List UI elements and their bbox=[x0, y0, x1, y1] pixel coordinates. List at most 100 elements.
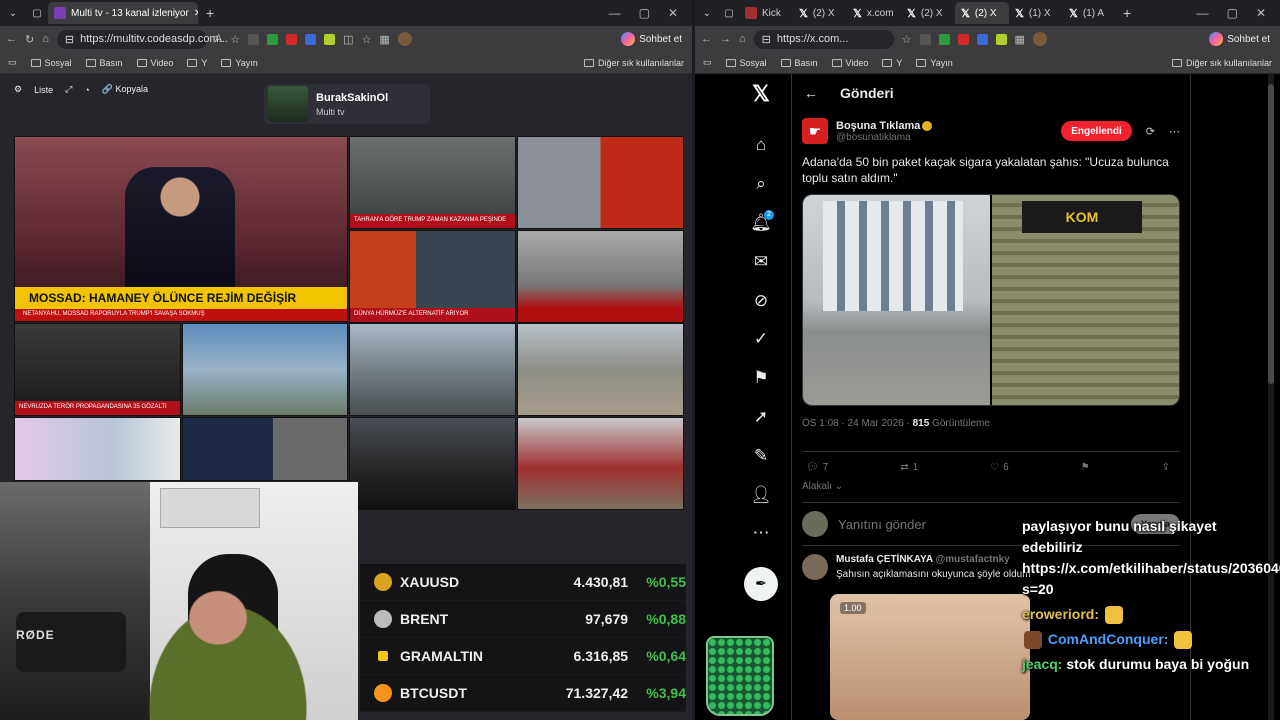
stream-tile[interactable] bbox=[349, 417, 516, 510]
home-icon[interactable]: ⌂ bbox=[42, 33, 49, 45]
tab-multitv[interactable]: Multi tv - 13 kanal izleniyor ✕ bbox=[48, 2, 198, 24]
tweet-media[interactable]: KOM bbox=[802, 194, 1180, 406]
refresh-icon[interactable]: ↻ bbox=[25, 33, 34, 46]
stream-tile[interactable] bbox=[182, 323, 348, 416]
reading-list-icon[interactable]: ▭ bbox=[8, 57, 17, 68]
stream-tile[interactable]: DÜNYA HÜRMÜZ'E ALTERNATİF ARIYOR bbox=[349, 230, 516, 323]
premium-nav-icon[interactable]: ✓ bbox=[746, 320, 776, 359]
bookmarks-nav-icon[interactable]: ⚑ bbox=[746, 359, 776, 398]
tab-x-active[interactable]: 𝕏 (2) X bbox=[955, 2, 1009, 24]
tab-x[interactable]: 𝕏 (1) A bbox=[1063, 2, 1117, 24]
bookmark-folder[interactable]: Yayın bbox=[221, 58, 258, 68]
extension-icon[interactable] bbox=[267, 33, 279, 45]
stream-tile[interactable]: NEVRUZDA TERÖR PROPAGANDASINA 35 GÖZALTI bbox=[14, 323, 181, 416]
stream-tile[interactable] bbox=[182, 417, 348, 481]
close-tab-icon[interactable]: ✕ bbox=[194, 8, 198, 19]
notifications-nav-icon[interactable]: 🔔︎ 2 bbox=[746, 204, 776, 243]
list-button[interactable]: Liste bbox=[34, 85, 53, 95]
read-aloud-icon[interactable]: A bbox=[215, 33, 222, 45]
close-window-icon[interactable]: ✕ bbox=[1256, 6, 1266, 20]
tab-actions-icon[interactable]: ⌄ bbox=[0, 8, 26, 19]
extension-icon[interactable] bbox=[286, 33, 298, 45]
channel-card[interactable]: BurakSakinOl Multi tv bbox=[264, 84, 430, 124]
stream-tile[interactable] bbox=[517, 136, 684, 229]
more-nav-icon[interactable]: ⋯ bbox=[746, 514, 776, 553]
copy-button[interactable]: 🔗 Kopyala bbox=[102, 84, 148, 95]
author-handle[interactable]: @bosunatiklama bbox=[836, 132, 932, 143]
author-name[interactable]: Boşuna Tıklama bbox=[836, 120, 933, 132]
tab-kick[interactable]: Kick bbox=[739, 2, 793, 24]
bookmark-folder[interactable]: Basın bbox=[85, 58, 123, 68]
bookmark-folder[interactable]: Video bbox=[831, 58, 868, 68]
tweet-time[interactable]: ÖS 1:08 · 24 Mar 2026 · bbox=[802, 418, 910, 429]
profile-avatar[interactable] bbox=[1032, 32, 1047, 46]
reply-author-avatar[interactable] bbox=[802, 554, 828, 580]
stream-tile[interactable] bbox=[349, 323, 516, 416]
author-avatar[interactable]: ☛ bbox=[802, 118, 828, 144]
media-image-seized-goods[interactable]: KOM bbox=[992, 195, 1179, 405]
site-info-icon[interactable]: ⊟ bbox=[65, 33, 74, 46]
collections-icon[interactable]: ▦ bbox=[379, 33, 389, 46]
copilot-button[interactable]: Sohbet et bbox=[621, 32, 686, 46]
split-screen-icon[interactable]: ◫ bbox=[343, 33, 353, 46]
home-nav-icon[interactable]: ⌂ bbox=[746, 126, 776, 165]
extension-icon[interactable] bbox=[305, 33, 317, 45]
url-field[interactable]: ⊟ https://multitv.codeasdp.com... bbox=[56, 29, 228, 49]
other-favorites[interactable]: Diğer sık kullanılanlar bbox=[1171, 58, 1272, 68]
bookmark-action[interactable]: ⚑ bbox=[1081, 462, 1090, 473]
profile-avatar[interactable] bbox=[397, 32, 412, 46]
stream-tile[interactable] bbox=[517, 417, 684, 510]
reply-input[interactable]: Yanıtını gönder bbox=[838, 517, 926, 532]
grok-explain-icon[interactable]: ⟳ bbox=[1146, 125, 1155, 138]
extension-icon[interactable] bbox=[919, 33, 931, 45]
fullscreen-icon[interactable]: ⤢ bbox=[65, 84, 72, 95]
url-field[interactable]: ⊟ https://x.com... bbox=[753, 29, 894, 49]
maximize-icon[interactable]: ▢ bbox=[639, 6, 650, 20]
new-tab-icon[interactable]: + bbox=[206, 5, 214, 21]
copilot-button[interactable]: Sohbet et bbox=[1209, 32, 1274, 46]
share-action[interactable]: ⇪ bbox=[1162, 462, 1170, 473]
workspaces-icon[interactable]: ▢ bbox=[719, 8, 739, 19]
extension-icon[interactable] bbox=[248, 33, 260, 45]
extension-icon[interactable] bbox=[938, 33, 950, 45]
stream-tile[interactable] bbox=[517, 323, 684, 416]
minimize-icon[interactable]: — bbox=[1197, 6, 1209, 20]
reading-list-icon[interactable]: ▭ bbox=[703, 57, 712, 68]
playback-speed[interactable]: 1.00 bbox=[840, 602, 866, 614]
tab-x[interactable]: 𝕏 (2) X bbox=[901, 2, 955, 24]
stream-tile[interactable]: TAHRAN'A GÖRE TRUMP ZAMAN KAZANMA PEŞİND… bbox=[349, 136, 516, 229]
extension-icon[interactable] bbox=[976, 33, 988, 45]
minimize-icon[interactable]: — bbox=[609, 6, 621, 20]
other-favorites[interactable]: Diğer sık kullanılanlar bbox=[583, 58, 684, 68]
tab-x[interactable]: 𝕏x.com bbox=[847, 2, 901, 24]
extension-icon[interactable] bbox=[995, 33, 1007, 45]
x-logo-icon[interactable]: 𝕏 bbox=[746, 81, 776, 106]
stream-tile[interactable] bbox=[517, 230, 684, 323]
maximize-icon[interactable]: ▢ bbox=[1227, 6, 1238, 20]
collections-icon[interactable]: ▦ bbox=[1015, 33, 1025, 46]
compose-post-button[interactable]: ✒ bbox=[744, 566, 778, 601]
tab-x[interactable]: 𝕏 (2) X bbox=[793, 2, 847, 24]
new-tab-icon[interactable]: + bbox=[1123, 5, 1131, 21]
bookmark-folder[interactable]: Y bbox=[187, 58, 207, 68]
forward-icon[interactable]: → bbox=[720, 33, 731, 45]
timer-icon[interactable]: ◔ bbox=[84, 85, 89, 95]
favorite-icon[interactable]: ☆ bbox=[230, 33, 240, 46]
profile-nav-icon[interactable]: 👤︎ bbox=[746, 475, 776, 514]
close-window-icon[interactable]: ✕ bbox=[668, 6, 678, 20]
grok-nav-icon[interactable]: ⊘ bbox=[746, 281, 776, 320]
bookmark-folder[interactable]: Basın bbox=[780, 58, 818, 68]
site-info-icon[interactable]: ⊟ bbox=[762, 33, 771, 46]
reply-author[interactable]: Mustafa ÇETİNKAYA @mustafactnky bbox=[836, 554, 1031, 565]
workspaces-icon[interactable]: ▢ bbox=[26, 8, 48, 19]
related-dropdown[interactable]: Alakalı ⌄ bbox=[802, 481, 1180, 492]
reply-action[interactable]: 💬︎ 7 bbox=[806, 462, 828, 473]
tab-actions-icon[interactable]: ⌄ bbox=[695, 8, 719, 19]
stream-tile[interactable] bbox=[14, 417, 181, 481]
articles-nav-icon[interactable]: ✎ bbox=[746, 436, 776, 475]
blocked-button[interactable]: Engellendi bbox=[1061, 121, 1132, 141]
business-nav-icon[interactable]: ➚ bbox=[746, 398, 776, 437]
like-action[interactable]: ♡ 6 bbox=[990, 462, 1009, 473]
reply-video[interactable]: 1.00 bbox=[830, 594, 1030, 720]
messages-nav-icon[interactable]: ✉ bbox=[746, 242, 776, 281]
